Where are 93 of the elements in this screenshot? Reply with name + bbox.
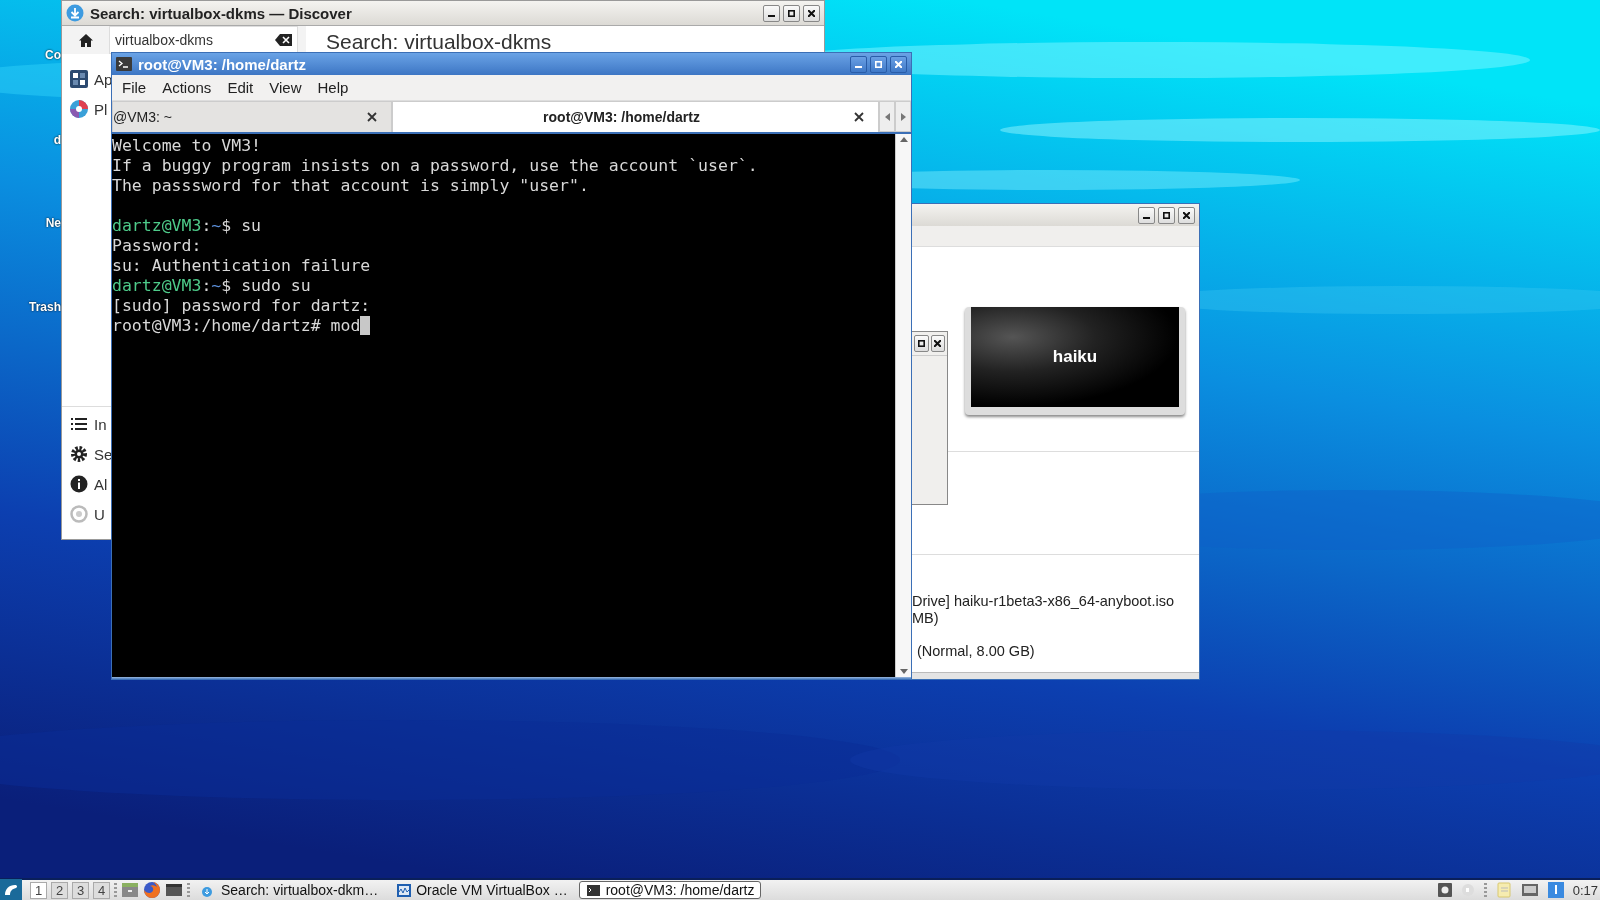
taskbar-button[interactable]: Search: virtualbox-dkm… [194, 881, 386, 899]
network-icon[interactable] [1520, 883, 1539, 897]
grid-icon [70, 70, 88, 88]
terminal-line: su: Authentication failure [112, 256, 372, 276]
terminal-line: dartz@VM3:~$ sudo su [112, 276, 312, 296]
maximize-icon [875, 60, 882, 68]
terminal-line: The passsword for that account is simply "user". [112, 176, 590, 196]
minimize-icon [768, 15, 775, 17]
close-icon [808, 9, 815, 17]
detail-text: (Normal, 8.00 GB) [917, 643, 1036, 660]
maximize-button[interactable] [783, 4, 800, 22]
clear-icon[interactable] [275, 34, 292, 46]
close-button[interactable] [930, 335, 945, 352]
workspace-button[interactable]: 2 [51, 881, 68, 899]
terminal-line: Password: [112, 236, 203, 256]
sidebar-item[interactable]: Al [62, 469, 112, 499]
workspace-button[interactable]: 1 [30, 881, 47, 899]
minimize-icon [855, 66, 862, 68]
menu-item[interactable]: Help [309, 79, 357, 96]
sidebar-item[interactable]: U [62, 499, 112, 529]
window-title: Search: virtualbox-dkms — Discover [90, 4, 352, 22]
start-button[interactable] [0, 879, 22, 900]
terminal-line: Welcome to VM3! [112, 136, 262, 156]
desktop-icon-label[interactable]: Trash [29, 300, 61, 314]
scroll-left-button[interactable] [879, 101, 895, 132]
close-icon [854, 112, 864, 122]
maximize-button[interactable] [914, 335, 929, 352]
close-button[interactable] [803, 4, 820, 22]
globe-icon[interactable] [143, 881, 161, 899]
minimize-button[interactable] [1138, 206, 1155, 224]
maximize-button[interactable] [870, 55, 887, 73]
maximize-icon [788, 9, 795, 17]
sidebar-item[interactable]: Se [62, 439, 112, 469]
taskbar-button[interactable]: Oracle VM VirtualBox … [389, 881, 575, 899]
tab[interactable]: root@VM3: /home/dartz [392, 101, 879, 132]
chart-window-icon [396, 881, 413, 899]
close-button[interactable] [1178, 206, 1195, 224]
info-icon [70, 475, 88, 493]
scrollbar[interactable] [912, 672, 1199, 679]
grip-icon[interactable] [114, 882, 117, 898]
disc-icon [70, 505, 88, 523]
minimize-button[interactable] [763, 4, 780, 22]
minimize-icon [1143, 217, 1150, 219]
sidebar-item[interactable]: Pl [62, 94, 112, 124]
maximize-icon [917, 340, 925, 347]
detail-text: Drive] haiku-r1beta3-x86_64-anyboot.iso [912, 593, 1175, 610]
notification-icon[interactable] [1547, 882, 1564, 898]
preview-text: haiku [1052, 347, 1098, 367]
clipboard-icon[interactable] [1495, 882, 1512, 898]
list-icon [70, 415, 88, 433]
terminal-icon [116, 57, 132, 71]
menu-item[interactable]: View [261, 79, 310, 96]
terminal-line: dartz@VM3:~$ su [112, 216, 263, 236]
workspace-button[interactable]: 3 [72, 881, 89, 899]
monitor-icon[interactable] [165, 881, 183, 899]
ring-icon [70, 100, 88, 118]
left-arrow-icon [884, 112, 890, 121]
terminal-line: [sudo] password for dartz: [112, 296, 372, 316]
tab[interactable]: @VM3: ~ [112, 101, 392, 132]
detail-text: MB) [912, 610, 940, 627]
close-icon [934, 340, 942, 347]
taskbar-button[interactable]: root@VM3: /home/dartz [578, 881, 762, 899]
terminal-line: root@VM3:/home/dartz# mod [112, 316, 895, 336]
swirl-icon [0, 879, 22, 900]
download-icon [66, 4, 84, 22]
workspace-button[interactable]: 4 [93, 881, 110, 899]
close-icon [367, 112, 377, 122]
sidebar-item[interactable]: In [62, 409, 112, 439]
minimize-button[interactable] [850, 55, 867, 73]
close-icon [895, 60, 902, 68]
page-heading: Search: virtualbox-dkms [306, 26, 824, 54]
scrollbar[interactable] [895, 134, 911, 677]
close-icon [1183, 211, 1190, 219]
menu-item[interactable]: Edit [219, 79, 262, 96]
menu-item[interactable]: Actions [154, 79, 220, 96]
drawer-icon[interactable] [121, 881, 139, 899]
scroll-right-button[interactable] [895, 101, 911, 132]
grip-icon[interactable] [187, 882, 190, 898]
search-field[interactable]: virtualbox-dkms [109, 26, 298, 54]
settings-icon [70, 445, 88, 463]
menu-item[interactable]: File [114, 79, 155, 96]
clock: 0:17 [1572, 882, 1598, 898]
grip-icon[interactable] [1483, 882, 1487, 898]
right-arrow-icon [900, 112, 906, 121]
terminal-line: If a buggy program insists on a password, use the account `user`. [112, 156, 759, 176]
maximize-button[interactable] [1158, 206, 1175, 224]
close-button[interactable] [890, 55, 907, 73]
up-arrow-icon[interactable] [899, 137, 908, 142]
window-title: root@VM3: /home/dartz [138, 55, 306, 73]
home-icon [78, 33, 93, 47]
maximize-icon [1163, 211, 1170, 219]
desktop-icon-label[interactable]: Ne [45, 216, 61, 230]
down-arrow-icon[interactable] [899, 669, 908, 674]
